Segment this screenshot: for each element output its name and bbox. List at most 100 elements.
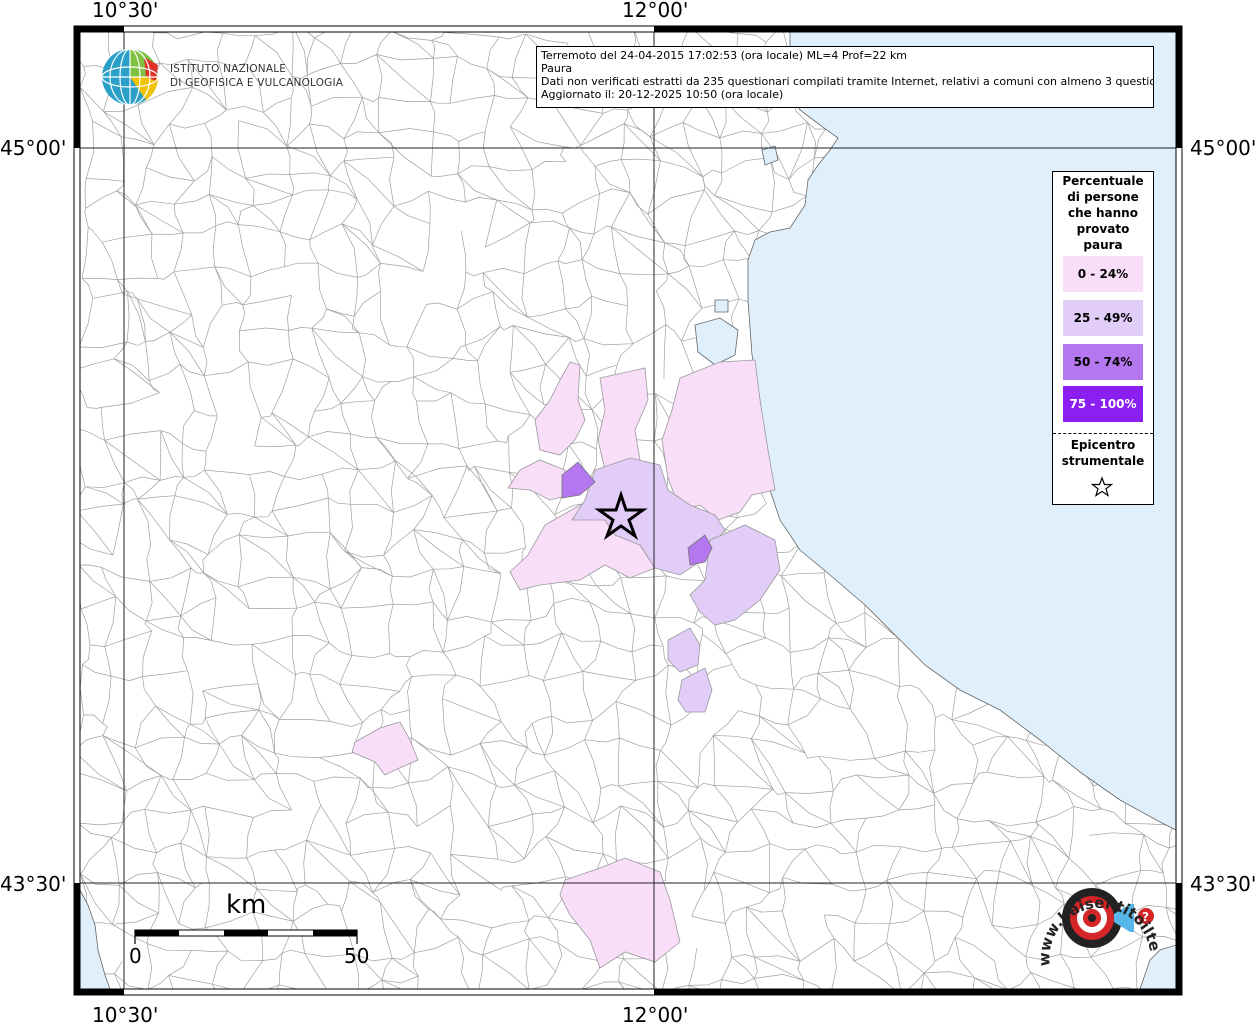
border-segment xyxy=(1189,579,1200,601)
data-note: Dati non verificati estratti da 235 ques… xyxy=(541,75,1149,88)
border-segment xyxy=(1196,706,1202,756)
border-segment xyxy=(853,1004,891,1008)
border-segment xyxy=(1181,668,1196,706)
border-segment xyxy=(1180,169,1207,205)
border-segment xyxy=(830,997,835,1010)
border-segment xyxy=(627,1008,657,1024)
border-segment xyxy=(1196,767,1202,817)
border-segment xyxy=(137,1006,172,1010)
border-segment xyxy=(1189,401,1199,427)
border-segment xyxy=(1174,736,1201,756)
border-segment xyxy=(1190,642,1206,680)
legend: Percentuale di persone che hanno provato… xyxy=(1052,171,1154,505)
legend-title-line: che hanno xyxy=(1053,205,1153,221)
border-segment xyxy=(275,1008,322,1024)
border-segment xyxy=(688,1007,724,1024)
border-segment xyxy=(1011,1002,1044,1007)
legend-epicenter-line: Epicentro xyxy=(1053,437,1153,453)
border-segment xyxy=(1208,36,1212,72)
border-segment xyxy=(1211,915,1214,951)
border-segment xyxy=(472,995,477,1021)
map-parameter: Paura xyxy=(541,62,1149,75)
legend-title-line: paura xyxy=(1053,237,1153,253)
ingv-logo-line2: DI GEOFISICA E VULCANOLOGIA xyxy=(170,76,343,90)
border-segment xyxy=(1194,223,1213,272)
border-segment xyxy=(1189,428,1205,468)
border-segment xyxy=(1201,893,1214,915)
legend-title: Percentuale di persone che hanno provato… xyxy=(1053,172,1153,253)
border-segment xyxy=(72,771,77,823)
event-info-box: Terremoto del 24-04-2015 17:02:53 (ora l… xyxy=(536,46,1154,108)
border-segment xyxy=(1180,169,1204,176)
border-segment xyxy=(830,996,862,997)
border-segment xyxy=(1204,176,1207,205)
lagoon-small xyxy=(715,300,728,312)
legend-divider xyxy=(1053,433,1153,434)
border-segment xyxy=(1196,756,1201,768)
ingv-logo-text: ISTITUTO NAZIONALE DI GEOFISICA E VULCAN… xyxy=(170,62,343,90)
scale-unit: km xyxy=(226,890,266,920)
legend-epicenter-line: strumentale xyxy=(1053,453,1153,469)
border-segment xyxy=(478,990,530,995)
legend-title-line: Percentuale xyxy=(1053,173,1153,189)
border-segment xyxy=(67,535,79,566)
border-segment xyxy=(658,993,662,1025)
border-segment xyxy=(475,1011,521,1020)
border-segment xyxy=(1191,850,1201,893)
legend-swatch-25-49: 25 - 49% xyxy=(1063,300,1143,336)
border-segment xyxy=(1213,316,1216,339)
border-segment xyxy=(1212,272,1213,316)
legend-swatch-0-24: 0 - 24% xyxy=(1063,256,1143,292)
border-segment xyxy=(860,20,907,24)
legend-title-line: di persone xyxy=(1053,189,1153,205)
border-segment xyxy=(1189,339,1216,366)
border-segment xyxy=(1189,367,1199,402)
ingv-logo-line1: ISTITUTO NAZIONALE xyxy=(170,62,343,76)
border-segment xyxy=(633,27,648,28)
border-segment xyxy=(235,994,240,1014)
border-segment xyxy=(420,1006,454,1009)
border-segment xyxy=(582,989,602,1015)
border-segment xyxy=(1174,715,1202,756)
border-segment xyxy=(582,989,628,1007)
haisentito-logo-icon: ? www.haisentitoilterremoto.it xyxy=(1030,866,1170,986)
border-segment xyxy=(1198,467,1204,499)
border-segment xyxy=(1204,138,1209,176)
border-segment xyxy=(321,995,330,1024)
border-segment xyxy=(1089,1006,1142,1013)
border-segment xyxy=(1180,942,1212,951)
scale-start: 0 xyxy=(129,944,142,968)
scale-end: 50 xyxy=(344,944,369,968)
border-segment xyxy=(1174,736,1196,767)
border-segment xyxy=(529,990,550,1017)
border-segment xyxy=(478,995,522,1012)
border-segment xyxy=(1177,334,1215,340)
border-segment xyxy=(237,1008,275,1014)
border-segment xyxy=(1171,272,1212,276)
border-segment xyxy=(74,1015,123,1018)
border-segment xyxy=(1199,530,1206,578)
border-segment xyxy=(1194,950,1211,977)
border-segment xyxy=(359,994,366,1018)
border-segment xyxy=(804,1010,832,1024)
border-segment xyxy=(1173,375,1198,401)
legend-swatch-75-100: 75 - 100% xyxy=(1063,386,1143,422)
update-time: Aggiornato il: 20-12-2025 10:50 (ora loc… xyxy=(541,88,1149,101)
border-segment xyxy=(1043,1007,1073,1020)
border-segment xyxy=(1194,205,1208,223)
border-segment xyxy=(124,1009,138,1018)
border-segment xyxy=(551,1012,602,1017)
border-segment xyxy=(1174,818,1202,826)
border-segment xyxy=(724,1007,763,1024)
border-segment xyxy=(862,996,890,1007)
legend-swatch-50-74: 50 - 74% xyxy=(1063,344,1143,380)
event-header: Terremoto del 24-04-2015 17:02:53 (ora l… xyxy=(541,49,1149,62)
border-segment xyxy=(1194,978,1207,1016)
border-segment xyxy=(1181,668,1205,680)
border-segment xyxy=(1156,1007,1207,1016)
border-segment xyxy=(890,996,901,1007)
border-segment xyxy=(832,1008,852,1010)
border-segment xyxy=(68,750,73,771)
border-segment xyxy=(1143,1007,1156,1011)
border-segment xyxy=(602,1008,628,1015)
